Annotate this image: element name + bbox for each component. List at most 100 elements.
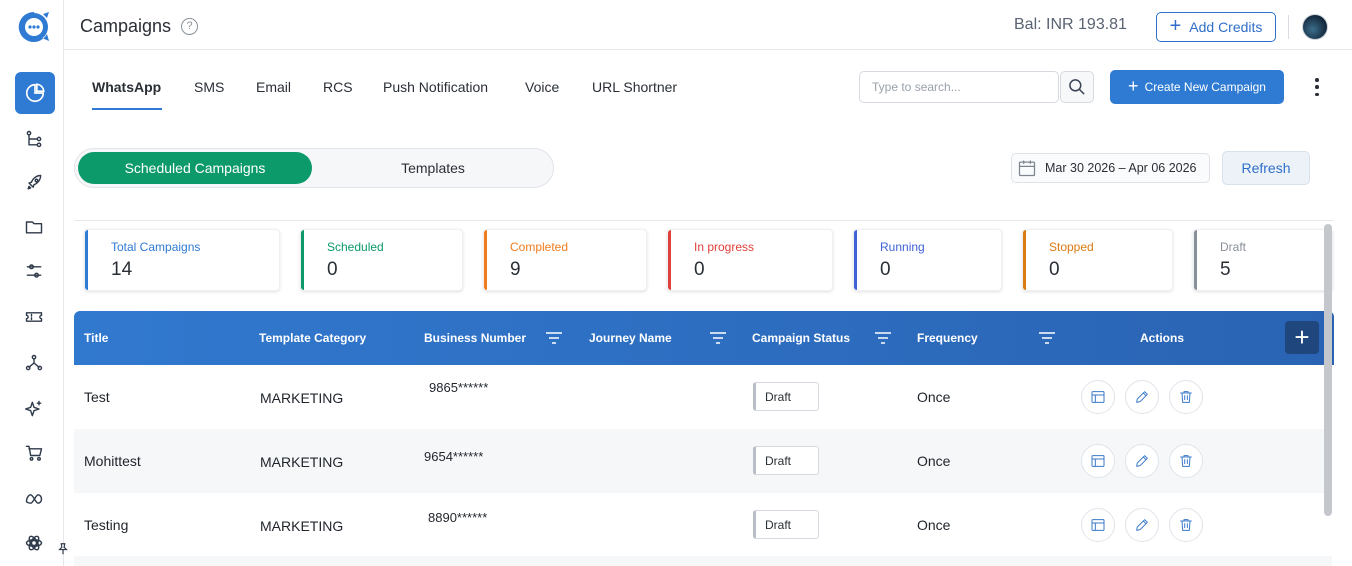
add-credits-label: Add Credits [1189,19,1263,35]
stat-card-running: Running 0 [853,229,1002,291]
scrollbar[interactable] [1324,224,1332,516]
tab-sms[interactable]: SMS [194,79,224,95]
stat-card-scheduled: Scheduled 0 [300,229,463,291]
more-options-icon[interactable] [1309,78,1325,96]
row-frequency: Once [917,453,951,469]
table-row[interactable]: Mohittest MARKETING 9654****** Draft Onc… [74,429,1324,493]
pin-icon[interactable] [56,542,70,556]
stat-card-stopped: Stopped 0 [1022,229,1173,291]
active-tab-indicator [92,108,162,110]
filter-icon[interactable] [1038,331,1056,345]
table-row[interactable]: Test MARKETING 9865****** Draft Once [74,365,1324,429]
date-range-picker[interactable]: Mar 30 2026 – Apr 06 2026 [1011,153,1210,183]
view-icon[interactable] [1081,444,1115,478]
ticket-icon[interactable] [21,304,47,330]
filter-icon[interactable] [874,331,892,345]
create-campaign-button[interactable]: + Create New Campaign [1110,70,1284,104]
status-badge: Draft [753,510,819,539]
row-category: MARKETING [260,454,344,470]
table-header: Title Template Category Business Number … [74,311,1334,365]
meta-icon[interactable] [21,486,47,512]
row-number: 9654****** [424,449,484,464]
stat-value: 14 [111,259,133,280]
view-icon[interactable] [1081,380,1115,414]
stat-card-completed: Completed 9 [483,229,647,291]
tab-voice[interactable]: Voice [525,79,559,95]
edit-icon[interactable] [1125,380,1159,414]
refresh-button[interactable]: Refresh [1222,151,1310,185]
stat-label: Scheduled [327,240,384,254]
stat-label: Completed [510,240,569,254]
ai-icon[interactable] [21,530,47,556]
calendar-icon [1018,160,1036,177]
app-logo[interactable] [17,10,51,44]
avatar[interactable] [1302,14,1328,40]
row-number: 8890****** [428,510,488,525]
column-business-number: Business Number [424,331,527,345]
delete-icon[interactable] [1169,380,1203,414]
view-icon[interactable] [1081,508,1115,542]
network-icon[interactable] [21,350,47,376]
table-row[interactable]: Testing MARKETING 8890****** Draft Once [74,493,1324,557]
folder-icon[interactable] [21,214,47,240]
row-category: MARKETING [260,518,344,534]
divider [74,220,1334,221]
stat-card-total: Total Campaigns 14 [84,229,280,291]
column-actions: Actions [1140,331,1185,345]
divider [1288,15,1289,39]
delete-icon[interactable] [1169,508,1203,542]
tab-email[interactable]: Email [256,79,291,95]
delete-icon[interactable] [1169,444,1203,478]
row-frequency: Once [917,389,951,405]
dashboard-icon[interactable] [15,72,55,114]
date-range-text: Mar 30 2026 – Apr 06 2026 [1045,161,1197,175]
sliders-icon[interactable] [21,258,47,284]
row-category: MARKETING [260,390,344,406]
status-badge: Draft [753,382,819,411]
search-button[interactable] [1060,71,1094,103]
search-input[interactable]: Type to search... [859,71,1059,103]
row-frequency: Once [917,517,951,533]
row-title: Test [84,389,110,405]
stat-value: 0 [327,259,338,280]
flow-icon[interactable] [21,126,47,152]
add-column-button[interactable]: + [1285,321,1319,354]
stat-label: Draft [1220,240,1247,254]
row-number: 9865****** [429,380,489,395]
templates-toggle[interactable]: Templates [315,152,551,184]
edit-icon[interactable] [1125,508,1159,542]
filter-icon[interactable] [709,331,727,345]
column-campaign-status: Campaign Status [752,331,851,345]
rocket-icon[interactable] [21,170,47,196]
filter-icon[interactable] [545,331,563,345]
tab-rcs[interactable]: RCS [323,79,353,95]
tab-whatsapp[interactable]: WhatsApp [92,79,161,95]
stat-value: 5 [1220,259,1231,280]
row-title: Testing [84,517,129,533]
stat-value: 0 [1049,259,1060,280]
page-title: Campaigns [80,16,172,36]
scheduled-campaigns-toggle[interactable]: Scheduled Campaigns [78,152,312,184]
stat-label: Running [880,240,925,254]
help-icon[interactable]: ? [181,18,198,35]
stat-label: Total Campaigns [111,240,201,254]
stat-label: In progress [694,240,755,254]
create-campaign-label: Create New Campaign [1144,80,1266,94]
stat-value: 9 [510,259,521,280]
add-credits-button[interactable]: + Add Credits [1156,12,1276,42]
stat-value: 0 [880,259,891,280]
tab-push-notification[interactable]: Push Notification [383,79,488,95]
stat-label: Stopped [1049,240,1094,254]
balance-text: Bal: INR 193.81 [1014,16,1127,33]
row-title: Mohittest [84,453,141,469]
cart-icon[interactable] [21,440,47,466]
column-title: Title [84,331,109,345]
stat-value: 0 [694,259,705,280]
search-icon [1069,79,1085,95]
top-bar: Campaigns ? Bal: INR 193.81 + Add Credit… [64,0,1352,50]
stat-card-draft: Draft 5 [1193,229,1333,291]
plus-icon: + [1169,15,1182,37]
sparkle-icon[interactable] [21,396,47,422]
edit-icon[interactable] [1125,444,1159,478]
tab-url-shortner[interactable]: URL Shortner [592,79,677,95]
